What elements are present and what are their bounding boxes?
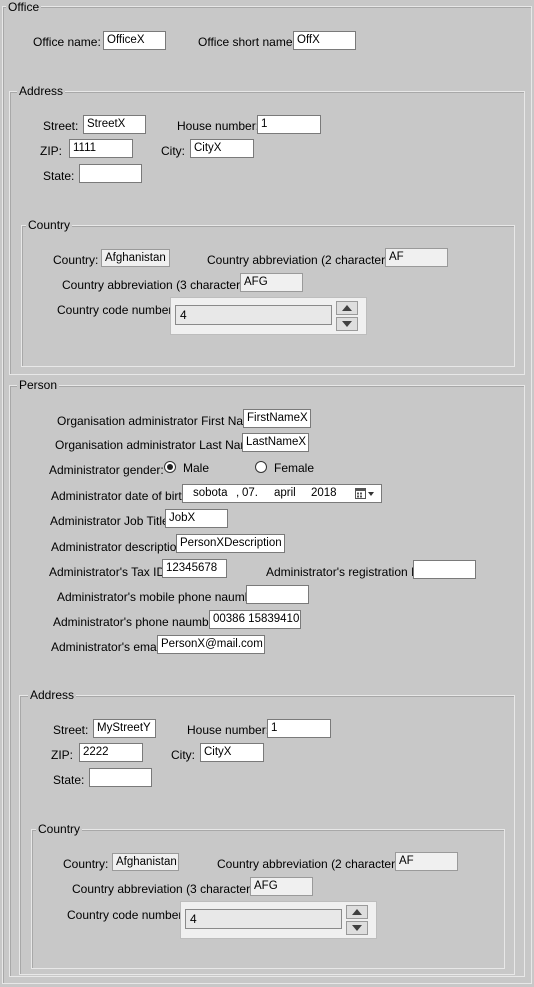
- office-abbr3-field[interactable]: AFG: [240, 273, 303, 292]
- office-abbr2-label: Country abbreviation (2 characters):: [207, 253, 399, 267]
- person-code-spinner[interactable]: 4: [180, 901, 377, 939]
- office-short-name-label: Office short name:: [198, 35, 296, 49]
- last-name-field[interactable]: LastNameX: [242, 433, 309, 452]
- dob-day: 07.: [242, 487, 258, 499]
- office-code-up-button[interactable]: [336, 301, 358, 315]
- registration-id-field[interactable]: [413, 560, 476, 579]
- gender-male-radio[interactable]: [164, 461, 176, 473]
- description-label: Administrator description:: [51, 540, 187, 554]
- office-country-label: Country:: [53, 253, 99, 267]
- dob-separator: ,: [236, 487, 240, 499]
- office-zip-field[interactable]: 1111: [69, 139, 133, 158]
- mobile-phone-label: Administrator's mobile phone naumber:: [57, 590, 266, 604]
- email-label: Administrator's email:: [51, 640, 166, 654]
- office-city-label: City:: [161, 144, 185, 158]
- office-state-field[interactable]: [79, 164, 142, 183]
- office-address-title: Address: [17, 84, 66, 98]
- tax-id-field[interactable]: 12345678: [162, 559, 227, 578]
- first-name-field[interactable]: FirstNameX: [243, 409, 311, 428]
- office-name-label: Office name:: [33, 35, 101, 49]
- office-short-name-field[interactable]: OffX: [293, 31, 356, 50]
- dob-date-picker[interactable]: sobota , 07. april 2018: [182, 484, 382, 503]
- office-street-label: Street:: [43, 119, 79, 133]
- office-code-down-button[interactable]: [336, 317, 358, 331]
- office-name-field[interactable]: OfficeX: [103, 31, 166, 50]
- person-house-number-label: House number:: [187, 723, 270, 737]
- office-street-field[interactable]: StreetX: [83, 115, 146, 134]
- person-zip-field[interactable]: 2222: [79, 743, 143, 762]
- phone-label: Administrator's phone naumber:: [53, 615, 223, 629]
- office-city-field[interactable]: CityX: [190, 139, 254, 158]
- person-street-label: Street:: [53, 723, 89, 737]
- person-country-title: Country: [36, 822, 83, 836]
- person-code-label: Country code number:: [67, 908, 186, 922]
- person-code-down-button[interactable]: [346, 921, 368, 935]
- job-title-label: Administrator Job Title:: [50, 514, 173, 528]
- office-abbr2-field[interactable]: AF: [385, 248, 448, 267]
- gender-male-label[interactable]: Male: [183, 461, 209, 475]
- office-house-number-field[interactable]: 1: [257, 115, 321, 134]
- person-state-field[interactable]: [89, 768, 152, 787]
- office-code-label: Country code number:: [57, 303, 176, 317]
- gender-label: Administrator gender:: [49, 463, 164, 477]
- office-country-title: Country: [26, 218, 73, 232]
- person-country-group: [31, 829, 505, 969]
- person-abbr3-field[interactable]: AFG: [250, 877, 313, 896]
- tax-id-label: Administrator's Tax ID:: [49, 565, 169, 579]
- arrow-up-icon: [342, 305, 352, 311]
- description-field[interactable]: PersonXDescription: [176, 534, 285, 553]
- office-zip-label: ZIP:: [40, 144, 63, 158]
- office-code-value[interactable]: 4: [175, 305, 332, 325]
- person-abbr3-label: Country abbreviation (3 characters):: [72, 882, 264, 896]
- office-abbr3-label: Country abbreviation (3 characters):: [62, 278, 254, 292]
- person-country-label: Country:: [63, 857, 109, 871]
- arrow-up-icon: [352, 909, 362, 915]
- person-abbr2-field[interactable]: AF: [395, 852, 458, 871]
- person-city-field[interactable]: CityX: [200, 743, 264, 762]
- office-country-group: [21, 225, 515, 367]
- person-zip-label: ZIP:: [51, 748, 74, 762]
- office-state-label: State:: [43, 169, 75, 183]
- person-country-field[interactable]: Afghanistan: [112, 853, 179, 871]
- office-code-spinner[interactable]: 4: [170, 297, 367, 335]
- dob-label: Administrator date of birth:: [51, 489, 192, 503]
- gender-female-radio[interactable]: [255, 461, 267, 473]
- gender-female-label[interactable]: Female: [274, 461, 314, 475]
- person-address-title: Address: [28, 688, 77, 702]
- dob-month: april: [274, 487, 296, 499]
- person-house-number-field[interactable]: 1: [267, 719, 331, 738]
- office-house-number-label: House number:: [177, 119, 260, 133]
- office-country-field[interactable]: Afghanistan: [101, 249, 170, 267]
- mobile-phone-field[interactable]: [246, 585, 309, 604]
- job-title-field[interactable]: JobX: [165, 509, 228, 528]
- person-city-label: City:: [171, 748, 195, 762]
- first-name-label: Organisation administrator First Name:: [57, 414, 264, 428]
- person-code-up-button[interactable]: [346, 905, 368, 919]
- arrow-down-icon: [352, 925, 362, 931]
- dob-day-name: sobota: [193, 487, 228, 499]
- person-state-label: State:: [53, 773, 85, 787]
- registration-id-label: Administrator's registration ID:: [266, 565, 427, 579]
- last-name-label: Organisation administrator Last Name:: [55, 438, 261, 452]
- person-street-field[interactable]: MyStreetY: [93, 719, 156, 738]
- radio-selected-dot: [167, 464, 173, 470]
- person-code-value[interactable]: 4: [185, 909, 342, 929]
- arrow-down-icon: [342, 321, 352, 327]
- email-field[interactable]: PersonX@mail.com: [157, 635, 265, 654]
- calendar-icon[interactable]: [355, 488, 377, 506]
- person-group-title: Person: [17, 378, 60, 392]
- phone-field[interactable]: 00386 15839410: [209, 610, 301, 629]
- person-abbr2-label: Country abbreviation (2 characters):: [217, 857, 409, 871]
- dob-year: 2018: [311, 487, 337, 499]
- office-group-title: Office: [6, 0, 42, 14]
